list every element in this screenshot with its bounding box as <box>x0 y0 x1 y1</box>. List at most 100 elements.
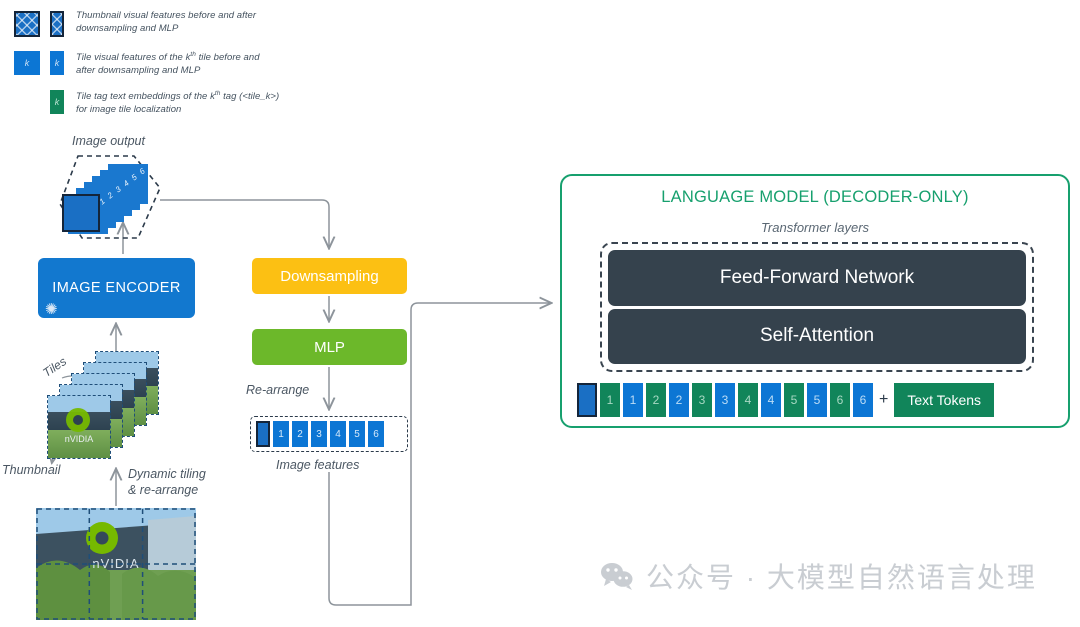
image-encoder-label: IMAGE ENCODER <box>52 280 181 296</box>
transformer-layers-label: Transformer layers <box>760 220 870 235</box>
legend-line-1: Thumbnail visual features before and aft… <box>76 10 257 21</box>
downsampling-label: Downsampling <box>280 267 379 285</box>
token-tile: 3 <box>715 383 735 417</box>
token-tag: 1 <box>600 383 620 417</box>
legend-item-tile-tag: k Tile tag text embeddings of the kth ta… <box>14 88 314 118</box>
token-label: 1 <box>606 393 614 407</box>
token-tag: 5 <box>784 383 804 417</box>
feature-tile-label: 6 <box>373 428 379 440</box>
token-tag: 2 <box>646 383 666 417</box>
tile-k-label: k <box>24 58 30 68</box>
token-tile: 4 <box>761 383 781 417</box>
token-label: 3 <box>721 393 729 407</box>
token-tag: 6 <box>830 383 850 417</box>
feature-tile-label: 1 <box>278 428 284 440</box>
language-model-title: LANGUAGE MODEL (DECODER-ONLY) <box>661 188 969 206</box>
wechat-icon <box>600 562 634 590</box>
tile-before-icon: k <box>14 51 40 75</box>
diagram-canvas: Thumbnail visual features before and aft… <box>0 0 1080 627</box>
legend-swatch-group <box>14 11 70 41</box>
token-tag: 3 <box>692 383 712 417</box>
legend-line-1b: tile before and <box>195 52 260 64</box>
watermark-text: 公众号 · 大模型自然语言处理 <box>646 562 1037 593</box>
tile-card-thumbnail: nVIDIA <box>47 395 111 459</box>
token-tile: 2 <box>669 383 689 417</box>
feature-tile: 2 <box>292 421 308 447</box>
legend-line-1b: tag (<tile_k>) <box>220 91 280 103</box>
legend: Thumbnail visual features before and aft… <box>14 10 314 127</box>
tile-k-label: k <box>54 58 60 68</box>
source-image: nVIDIA <box>36 508 196 620</box>
image-output-group: 6 5 4 3 2 1 <box>56 152 166 244</box>
feature-tile: 3 <box>311 421 327 447</box>
feed-forward-network-layer[interactable]: Feed-Forward Network <box>608 250 1026 306</box>
self-attention-label: Self-Attention <box>759 325 875 347</box>
token-tile: 6 <box>853 383 873 417</box>
feature-tile-label: 2 <box>297 428 303 440</box>
token-label: 2 <box>652 393 660 407</box>
mlp-label: MLP <box>314 338 345 356</box>
feature-tile-label: 3 <box>316 428 322 440</box>
mlp-box[interactable]: MLP <box>252 329 407 365</box>
dynamic-tiling-label: Dynamic tiling & re-arrange <box>128 466 206 498</box>
token-tile: 1 <box>623 383 643 417</box>
legend-line-2: for image tile localization <box>76 103 182 115</box>
token-label: 6 <box>859 393 867 407</box>
legend-line-2: downsampling and MLP <box>76 22 179 34</box>
legend-item-tile-features: k k Tile visual features of the kth tile… <box>14 49 314 79</box>
feature-tile-label: 4 <box>335 428 341 440</box>
svg-text:nVIDIA: nVIDIA <box>92 556 139 571</box>
legend-text-tag: Tile tag text embeddings of the kth tag … <box>76 88 314 116</box>
image-encoder-box[interactable]: IMAGE ENCODER ✺ <box>38 258 195 318</box>
tile-tag-icon: k <box>50 90 64 114</box>
feature-tile: 6 <box>368 421 384 447</box>
token-label: 2 <box>675 393 683 407</box>
image-features-label: Image features <box>276 458 360 472</box>
nvidia-logo-icon: nVIDIA <box>65 408 94 444</box>
nvidia-building-photo: nVIDIA <box>36 508 196 620</box>
legend-swatch-group: k k <box>14 50 70 80</box>
legend-text-thumbnail: Thumbnail visual features before and aft… <box>76 10 314 35</box>
legend-swatch-group: k <box>14 89 70 119</box>
thumbnail-after-icon <box>50 11 64 37</box>
dynamic-tiling-line-2: & re-arrange <box>128 483 199 497</box>
watermark: 公众号 · 大模型自然语言处理 <box>600 556 1037 596</box>
feature-tile-label: 5 <box>354 428 360 440</box>
svg-text:nVIDIA: nVIDIA <box>65 434 94 444</box>
transformer-layers-group: Feed-Forward Network Self-Attention <box>600 242 1034 372</box>
token-label: 1 <box>629 393 637 407</box>
language-model-panel: LANGUAGE MODEL (DECODER-ONLY) Transforme… <box>560 174 1070 428</box>
tag-k-label: k <box>54 97 60 107</box>
legend-text-tile: Tile visual features of the kth tile bef… <box>76 49 314 77</box>
image-output-label: Image output <box>72 134 145 148</box>
legend-line-1: Tile visual features of the k <box>76 52 191 64</box>
text-tokens-block: Text Tokens <box>894 383 995 417</box>
legend-line-1: Tile tag text embeddings of the k <box>76 91 215 103</box>
token-sequence: 1 1 2 2 3 3 4 4 5 5 6 6 + Text Tokens <box>577 382 1057 418</box>
token-label: 4 <box>744 393 752 407</box>
self-attention-layer[interactable]: Self-Attention <box>608 308 1026 364</box>
dynamic-tiling-line-1: Dynamic tiling <box>128 467 206 481</box>
image-output-thumbnail <box>62 194 100 232</box>
tile-after-icon: k <box>50 51 64 75</box>
snowflake-icon: ✺ <box>45 301 58 318</box>
feature-tile: 5 <box>349 421 365 447</box>
image-features-group: 1 2 3 4 5 6 <box>250 416 408 452</box>
token-label: 3 <box>698 393 706 407</box>
legend-item-thumbnail-features: Thumbnail visual features before and aft… <box>14 10 314 40</box>
thumbnail-label: Thumbnail <box>2 463 61 477</box>
feature-tile: 4 <box>330 421 346 447</box>
thumbnail-before-icon <box>14 11 40 37</box>
wechat-glyph <box>601 563 633 590</box>
legend-line-2: after downsampling and MLP <box>76 64 201 76</box>
feature-tile: 1 <box>273 421 289 447</box>
feed-forward-network-label: Feed-Forward Network <box>719 266 915 288</box>
token-label: 6 <box>836 393 844 407</box>
plus-symbol: + <box>879 391 889 408</box>
token-label: 5 <box>813 393 821 407</box>
token-thumbnail <box>577 383 597 417</box>
token-tag: 4 <box>738 383 758 417</box>
downsampling-box[interactable]: Downsampling <box>252 258 407 294</box>
token-tile: 5 <box>807 383 827 417</box>
token-label: 5 <box>790 393 798 407</box>
